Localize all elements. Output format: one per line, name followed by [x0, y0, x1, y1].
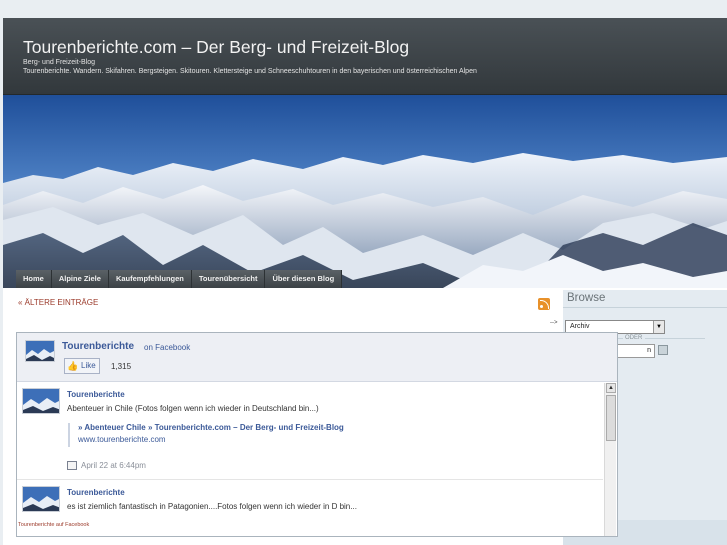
site-subtitle: Berg- und Freizeit-Blog — [23, 59, 95, 66]
feed-scrollbar[interactable]: ▲ — [604, 383, 616, 536]
divider — [645, 338, 705, 339]
feed-post: Tourenberichte es ist ziemlich fantastis… — [17, 481, 603, 536]
page: Tourenberichte.com – Der Berg- und Freiz… — [3, 18, 727, 545]
post-text: es ist ziemlich fantastisch in Patagonie… — [67, 502, 357, 511]
facebook-page-name[interactable]: Tourenberichte — [62, 341, 134, 352]
post-author[interactable]: Tourenberichte — [67, 488, 125, 497]
post-timestamp-text: April 22 at 6:44pm — [81, 461, 146, 470]
nav-item-kaufempfehlungen[interactable]: Kaufempfehlungen — [108, 270, 192, 288]
nav-item-tourenuebersicht[interactable]: Tourenübersicht — [191, 270, 266, 288]
divider — [563, 307, 727, 308]
facebook-box-header: Tourenberichte on Facebook Like 1,315 — [17, 333, 617, 382]
post-author[interactable]: Tourenberichte — [67, 390, 125, 399]
like-count: 1,315 — [111, 362, 132, 371]
main-nav: Home Alpine Ziele Kaufempfehlungen Toure… — [16, 270, 343, 288]
post-timestamp[interactable]: April 22 at 6:44pm — [67, 461, 146, 470]
post-avatar[interactable] — [22, 388, 60, 414]
rss-feed-icon[interactable] — [538, 298, 550, 310]
facebook-footer-link[interactable]: Tourenberichte auf Facebook — [18, 522, 89, 528]
comment-icon — [67, 461, 77, 470]
post-link-url[interactable]: www.tourenberichte.com — [78, 435, 344, 444]
older-entries-link[interactable]: « ÄLTERE EINTRÄGE — [18, 298, 98, 307]
scroll-up-icon[interactable]: ▲ — [606, 383, 616, 393]
or-label: ODER — [625, 335, 643, 341]
facebook-like-box: Tourenberichte on Facebook Like 1,315 To… — [16, 332, 618, 537]
site-header: Tourenberichte.com – Der Berg- und Freiz… — [3, 18, 727, 95]
page-avatar[interactable] — [25, 340, 55, 362]
archive-select-value: Archiv — [570, 323, 590, 330]
arrow-marker: --> — [550, 320, 558, 326]
site-title[interactable]: Tourenberichte.com – Der Berg- und Freiz… — [23, 37, 409, 58]
chevron-down-icon[interactable]: ▼ — [653, 321, 664, 333]
post-avatar[interactable] — [22, 486, 60, 512]
nav-item-home[interactable]: Home — [16, 270, 52, 288]
post-text: Abenteuer in Chile (Fotos folgen wenn ic… — [67, 404, 319, 413]
divider — [17, 479, 603, 480]
scrollbar-thumb[interactable] — [606, 395, 616, 441]
post-link-attachment[interactable]: » Abenteuer Chile » Tourenberichte.com –… — [68, 423, 344, 447]
nav-item-alpine-ziele[interactable]: Alpine Ziele — [51, 270, 109, 288]
feed-post: Tourenberichte Abenteuer in Chile (Fotos… — [17, 383, 603, 480]
post-link-title[interactable]: » Abenteuer Chile » Tourenberichte.com –… — [78, 423, 344, 432]
search-icon[interactable] — [658, 345, 668, 355]
site-description: Tourenberichte. Wandern. Skifahren. Berg… — [23, 68, 477, 75]
on-facebook-label[interactable]: on Facebook — [144, 343, 190, 352]
mountain-banner-image — [3, 95, 727, 288]
like-button[interactable]: Like — [64, 358, 100, 374]
sidebar-title: Browse — [567, 292, 606, 304]
nav-item-ueber-diesen-blog[interactable]: Über diesen Blog — [265, 270, 343, 288]
